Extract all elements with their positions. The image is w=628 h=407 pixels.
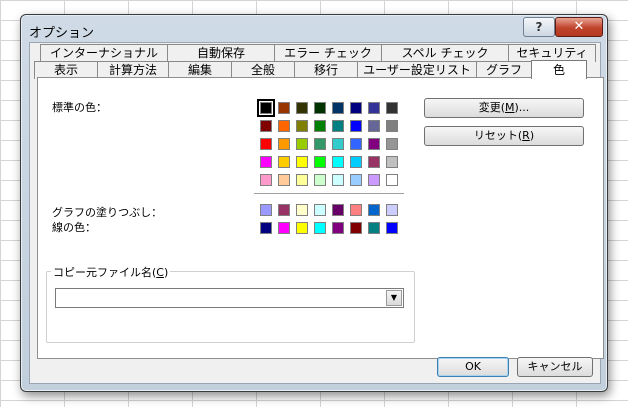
standard-color-swatch[interactable] [296, 102, 308, 114]
standard-color-swatch[interactable] [332, 120, 344, 132]
options-dialog: オプション ? ✕ インターナショナル 自動保存 エラー チェック スペル チェ… [20, 14, 608, 392]
standard-color-swatch[interactable] [260, 156, 272, 168]
standard-color-swatch[interactable] [368, 138, 380, 150]
tab-autosave[interactable]: 自動保存 [167, 44, 275, 62]
tab-error-check[interactable]: エラー チェック [274, 44, 382, 62]
standard-color-swatch[interactable] [386, 102, 398, 114]
standard-color-swatch[interactable] [350, 120, 362, 132]
reset-button-key[interactable]: R [522, 129, 530, 142]
standard-color-swatch[interactable] [314, 174, 326, 186]
standard-color-swatch[interactable] [278, 156, 290, 168]
standard-colors-palette [257, 99, 398, 186]
standard-color-swatch[interactable] [278, 102, 290, 114]
standard-color-swatch[interactable] [314, 138, 326, 150]
modify-button[interactable]: 変更(M)... [424, 98, 584, 118]
standard-color-swatch[interactable] [296, 138, 308, 150]
standard-color-swatch[interactable] [332, 174, 344, 186]
copy-from-suffix: ) [163, 266, 169, 279]
chart-colors-palette [260, 204, 398, 234]
tab-spell-check[interactable]: スペル チェック [381, 44, 509, 62]
standard-color-swatch[interactable] [314, 156, 326, 168]
ok-button[interactable]: OK [437, 357, 509, 377]
standard-color-swatch[interactable] [278, 138, 290, 150]
standard-color-swatch[interactable] [296, 156, 308, 168]
standard-color-swatch[interactable] [350, 156, 362, 168]
modify-button-key[interactable]: M [505, 101, 515, 114]
chart-fill-swatch[interactable] [386, 204, 398, 216]
dropdown-arrow-icon[interactable]: ▼ [386, 290, 402, 306]
chart-fill-swatch[interactable] [260, 204, 272, 216]
chart-line-swatch[interactable] [314, 222, 326, 234]
standard-color-swatch[interactable] [368, 102, 380, 114]
standard-color-swatch[interactable] [386, 174, 398, 186]
standard-color-swatch[interactable] [296, 120, 308, 132]
standard-colors-label: 標準の色： [52, 101, 107, 114]
tab-color[interactable]: 色 [531, 60, 587, 79]
reset-button-prefix[interactable]: リセット( [474, 129, 522, 142]
copy-from-key: C [156, 266, 164, 279]
standard-color-swatch[interactable] [260, 174, 272, 186]
chart-lines-label: 線の色： [52, 221, 96, 234]
chart-fill-swatch[interactable] [368, 204, 380, 216]
standard-color-swatch[interactable] [350, 102, 362, 114]
modify-button-prefix[interactable]: 変更( [479, 101, 505, 114]
standard-color-swatch[interactable] [368, 156, 380, 168]
standard-color-swatch[interactable] [296, 174, 308, 186]
palette-separator [254, 193, 404, 195]
color-tab-content: 標準の色： グラフの塗りつぶし： 線の色： 変更(M)... リセット(R) コ… [37, 77, 604, 359]
chart-fill-swatch[interactable] [296, 204, 308, 216]
copy-from-group: コピー元ファイル名(C) ▼ [46, 264, 415, 343]
standard-color-swatch[interactable] [314, 102, 326, 114]
standard-color-swatch[interactable] [350, 174, 362, 186]
tab-international[interactable]: インターナショナル [40, 44, 168, 62]
standard-color-swatch[interactable] [278, 120, 290, 132]
standard-color-swatch[interactable] [350, 138, 362, 150]
standard-color-swatch[interactable] [314, 120, 326, 132]
standard-color-swatch[interactable] [386, 138, 398, 150]
modify-button-suffix[interactable]: )... [515, 101, 530, 114]
title-bar: オプション ? ✕ [21, 15, 607, 45]
standard-color-swatch[interactable] [368, 120, 380, 132]
chart-line-swatch[interactable] [386, 222, 398, 234]
standard-color-swatch[interactable] [257, 99, 275, 117]
chart-line-swatch[interactable] [350, 222, 362, 234]
standard-color-swatch[interactable] [386, 120, 398, 132]
copy-from-prefix: コピー元ファイル名( [53, 266, 157, 279]
standard-color-swatch[interactable] [368, 174, 380, 186]
chart-fills-label: グラフの塗りつぶし： [52, 206, 163, 219]
reset-button[interactable]: リセット(R) [424, 126, 584, 146]
help-button[interactable]: ? [523, 17, 555, 37]
reset-button-suffix[interactable]: ) [530, 129, 534, 142]
standard-color-swatch[interactable] [260, 138, 272, 150]
close-button[interactable]: ✕ [555, 17, 603, 37]
chart-line-swatch[interactable] [368, 222, 380, 234]
chart-fill-swatch[interactable] [278, 204, 290, 216]
standard-color-swatch[interactable] [332, 156, 344, 168]
copy-from-legend: コピー元ファイル名(C) [51, 264, 171, 280]
chart-line-swatch[interactable] [278, 222, 290, 234]
chart-line-swatch[interactable] [332, 222, 344, 234]
standard-color-swatch[interactable] [386, 156, 398, 168]
close-icon[interactable]: ✕ [574, 19, 585, 34]
chart-fill-swatch[interactable] [350, 204, 362, 216]
standard-color-swatch[interactable] [260, 120, 272, 132]
standard-color-swatch[interactable] [278, 174, 290, 186]
chart-line-swatch[interactable] [296, 222, 308, 234]
cancel-button[interactable]: キャンセル [517, 357, 593, 377]
chart-fill-swatch[interactable] [314, 204, 326, 216]
chart-fill-swatch[interactable] [332, 204, 344, 216]
chart-line-swatch[interactable] [260, 222, 272, 234]
standard-color-swatch[interactable] [332, 138, 344, 150]
copy-from-file-select[interactable]: ▼ [55, 288, 404, 308]
standard-color-swatch[interactable] [332, 102, 344, 114]
dialog-title: オプション [29, 26, 95, 41]
